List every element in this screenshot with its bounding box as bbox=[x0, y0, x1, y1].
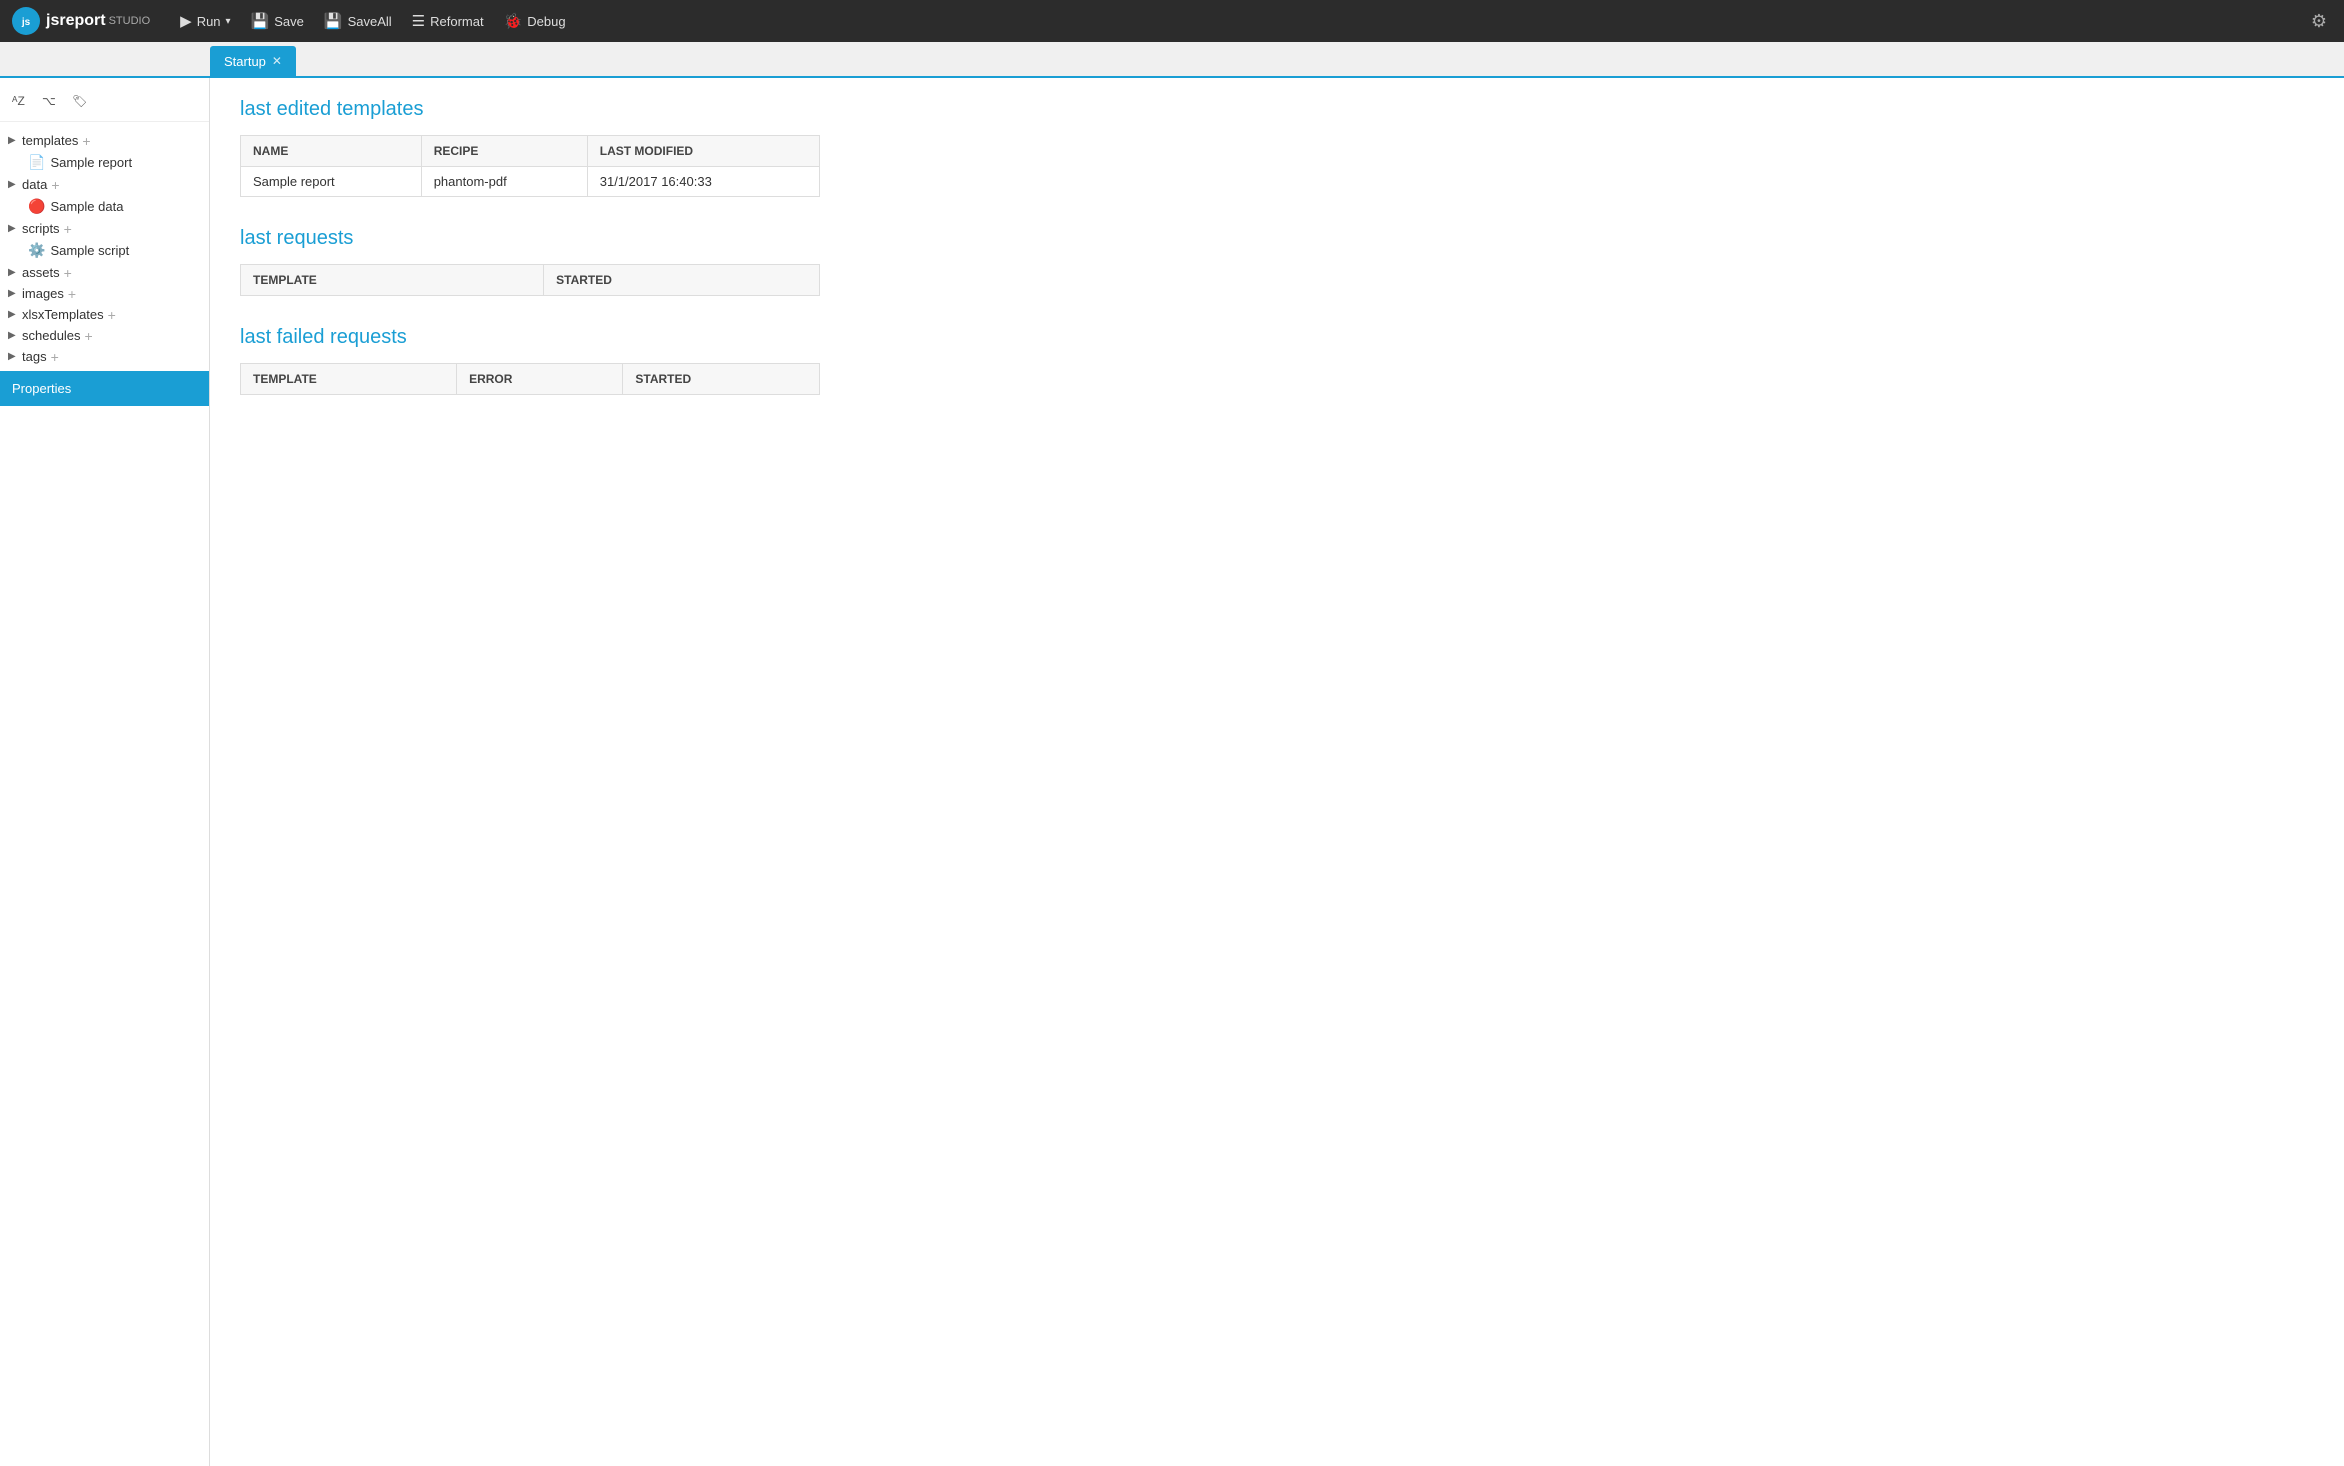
tabbar: Startup ✕ bbox=[0, 42, 2344, 78]
reformat-button[interactable]: ☰ Reformat bbox=[402, 7, 494, 35]
run-dropdown-icon: ▾ bbox=[226, 16, 231, 27]
col-header-name: NAME bbox=[241, 136, 422, 167]
tree-add-templates[interactable]: + bbox=[82, 134, 90, 148]
tree-label-tags: tags bbox=[22, 349, 47, 364]
tree-child-label: Sample data bbox=[50, 199, 123, 214]
settings-button[interactable]: ⚙ bbox=[2306, 6, 2332, 37]
tab-startup[interactable]: Startup ✕ bbox=[210, 46, 296, 76]
tree-add-assets[interactable]: + bbox=[64, 266, 72, 280]
run-label: Run bbox=[197, 14, 221, 29]
col-header-template: TEMPLATE bbox=[241, 364, 457, 395]
tree-add-xlsxTemplates[interactable]: + bbox=[108, 308, 116, 322]
tree-label-xlsxTemplates: xlsxTemplates bbox=[22, 307, 104, 322]
brand-sub: STUDIO bbox=[109, 15, 151, 27]
save-icon: 💾 bbox=[251, 12, 270, 30]
debug-button[interactable]: 🐞 Debug bbox=[494, 7, 576, 35]
sidebar-toolbar: ᴬZ ⌥ 🏷 bbox=[0, 86, 209, 122]
reformat-label: Reformat bbox=[430, 14, 483, 29]
tree-label-assets: assets bbox=[22, 265, 60, 280]
last-edited-title: last edited templates bbox=[240, 98, 2314, 121]
db-icon: 🔴 bbox=[28, 198, 45, 215]
tree-label-data: data bbox=[22, 177, 47, 192]
tree-add-tags[interactable]: + bbox=[51, 350, 59, 364]
last-failed-table: TEMPLATEERRORSTARTED bbox=[240, 363, 820, 395]
tree-child-label: Sample report bbox=[50, 155, 132, 170]
table-cell: Sample report bbox=[241, 167, 422, 197]
debug-icon: 🐞 bbox=[504, 12, 523, 30]
run-icon: ▶ bbox=[180, 12, 192, 30]
tree-add-scripts[interactable]: + bbox=[64, 222, 72, 236]
tree-label-schedules: schedules bbox=[22, 328, 81, 343]
tree-arrow-data: ▶ bbox=[8, 179, 18, 190]
tree-arrow-templates: ▶ bbox=[8, 135, 18, 146]
tree-arrow-tags: ▶ bbox=[8, 351, 18, 362]
sidebar-item-schedules[interactable]: ▶ schedules + bbox=[0, 325, 209, 346]
last-edited-table: NAMERECIPELAST MODIFIED Sample reportpha… bbox=[240, 135, 820, 197]
tree-label-scripts: scripts bbox=[22, 221, 60, 236]
sidebar-child-sample-report[interactable]: 📄 Sample report bbox=[0, 151, 209, 174]
last-requests-table: TEMPLATESTARTED bbox=[240, 264, 820, 296]
content-area: last edited templates NAMERECIPELAST MOD… bbox=[210, 78, 2344, 1466]
svg-text:🏷: 🏷 bbox=[72, 94, 87, 108]
tree-label-images: images bbox=[22, 286, 64, 301]
brand-name: jsreport bbox=[46, 12, 106, 30]
col-header-template: TEMPLATE bbox=[241, 265, 544, 296]
app-logo: js jsreport STUDIO bbox=[12, 7, 150, 35]
tree-label-templates: templates bbox=[22, 133, 78, 148]
debug-label: Debug bbox=[527, 14, 565, 29]
gear-icon: ⚙️ bbox=[28, 242, 45, 259]
sidebar-tree: ▶ templates + 📄 Sample report ▶ data + 🔴 S… bbox=[0, 130, 209, 367]
filter-az-button[interactable]: ᴬZ bbox=[8, 90, 32, 113]
table-cell: phantom-pdf bbox=[421, 167, 587, 197]
save-all-label: SaveAll bbox=[348, 14, 392, 29]
tree-arrow-schedules: ▶ bbox=[8, 330, 18, 341]
svg-text:js: js bbox=[21, 17, 31, 28]
sidebar-item-tags[interactable]: ▶ tags + bbox=[0, 346, 209, 367]
tab-close-button[interactable]: ✕ bbox=[272, 55, 282, 67]
save-all-button[interactable]: 💾 SaveAll bbox=[314, 7, 402, 35]
tree-arrow-assets: ▶ bbox=[8, 267, 18, 278]
col-header-recipe: RECIPE bbox=[421, 136, 587, 167]
col-header-started: STARTED bbox=[623, 364, 820, 395]
properties-panel[interactable]: Properties bbox=[0, 371, 209, 406]
last-requests-title: last requests bbox=[240, 227, 2314, 250]
tab-startup-label: Startup bbox=[224, 54, 266, 69]
sidebar-item-templates[interactable]: ▶ templates + bbox=[0, 130, 209, 151]
tree-arrow-scripts: ▶ bbox=[8, 223, 18, 234]
sidebar-item-images[interactable]: ▶ images + bbox=[0, 283, 209, 304]
tree-child-label: Sample script bbox=[50, 243, 129, 258]
sidebar-child-sample-data[interactable]: 🔴 Sample data bbox=[0, 195, 209, 218]
reformat-icon: ☰ bbox=[412, 12, 425, 30]
tree-arrow-xlsxTemplates: ▶ bbox=[8, 309, 18, 320]
sidebar-item-xlsxTemplates[interactable]: ▶ xlsxTemplates + bbox=[0, 304, 209, 325]
save-all-icon: 💾 bbox=[324, 12, 343, 30]
filter-tag-button[interactable]: ⌥ bbox=[38, 90, 62, 113]
col-header-error: ERROR bbox=[457, 364, 623, 395]
save-button[interactable]: 💾 Save bbox=[241, 7, 314, 35]
logo-icon: js bbox=[12, 7, 40, 35]
col-header-started: STARTED bbox=[544, 265, 820, 296]
doc-icon: 📄 bbox=[28, 154, 45, 171]
sidebar-item-scripts[interactable]: ▶ scripts + bbox=[0, 218, 209, 239]
table-row[interactable]: Sample reportphantom-pdf31/1/2017 16:40:… bbox=[241, 167, 820, 197]
sidebar-item-data[interactable]: ▶ data + bbox=[0, 174, 209, 195]
toolbar: js jsreport STUDIO ▶ Run ▾ 💾 Save 💾 Save… bbox=[0, 0, 2344, 42]
svg-text:⌥: ⌥ bbox=[42, 94, 56, 108]
sidebar-item-assets[interactable]: ▶ assets + bbox=[0, 262, 209, 283]
col-header-last-modified: LAST MODIFIED bbox=[587, 136, 819, 167]
svg-text:ᴬZ: ᴬZ bbox=[12, 94, 25, 108]
sidebar: ᴬZ ⌥ 🏷 ▶ templates + 📄 Sample report ▶ da… bbox=[0, 78, 210, 1466]
run-button[interactable]: ▶ Run ▾ bbox=[170, 7, 240, 35]
save-label: Save bbox=[274, 14, 304, 29]
tree-add-images[interactable]: + bbox=[68, 287, 76, 301]
tree-add-data[interactable]: + bbox=[51, 178, 59, 192]
tag-button[interactable]: 🏷 bbox=[68, 90, 92, 113]
tree-arrow-images: ▶ bbox=[8, 288, 18, 299]
main-layout: ᴬZ ⌥ 🏷 ▶ templates + 📄 Sample report ▶ da… bbox=[0, 78, 2344, 1466]
table-cell: 31/1/2017 16:40:33 bbox=[587, 167, 819, 197]
sidebar-child-sample-script[interactable]: ⚙️ Sample script bbox=[0, 239, 209, 262]
tree-add-schedules[interactable]: + bbox=[85, 329, 93, 343]
last-failed-title: last failed requests bbox=[240, 326, 2314, 349]
